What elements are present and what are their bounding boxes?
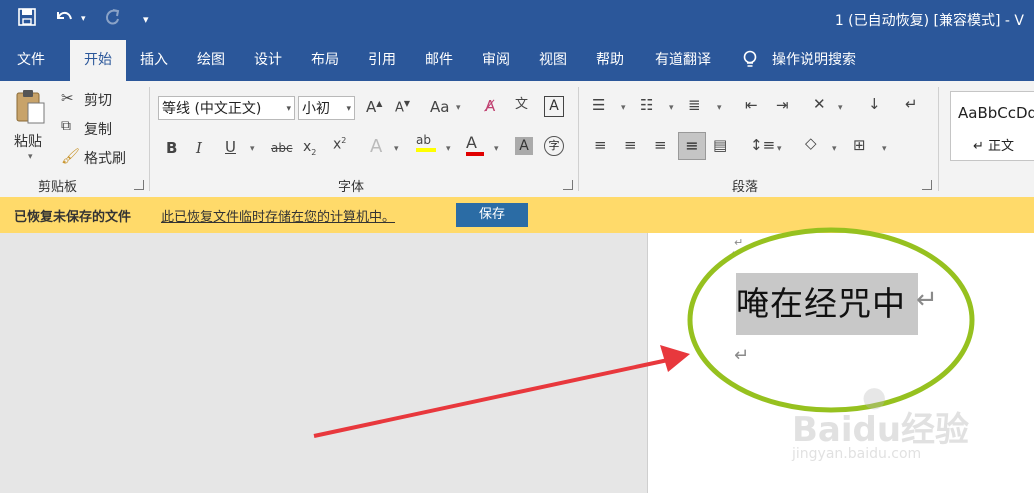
arrow-head-icon [660,345,690,372]
watermark-brand: Baidu经验 [792,410,970,450]
watermark-url: jingyan.baidu.com [792,446,922,462]
pointer-arrow [313,358,669,438]
baidu-watermark: ● Baidu经验 jingyan.baidu.com [792,380,982,470]
